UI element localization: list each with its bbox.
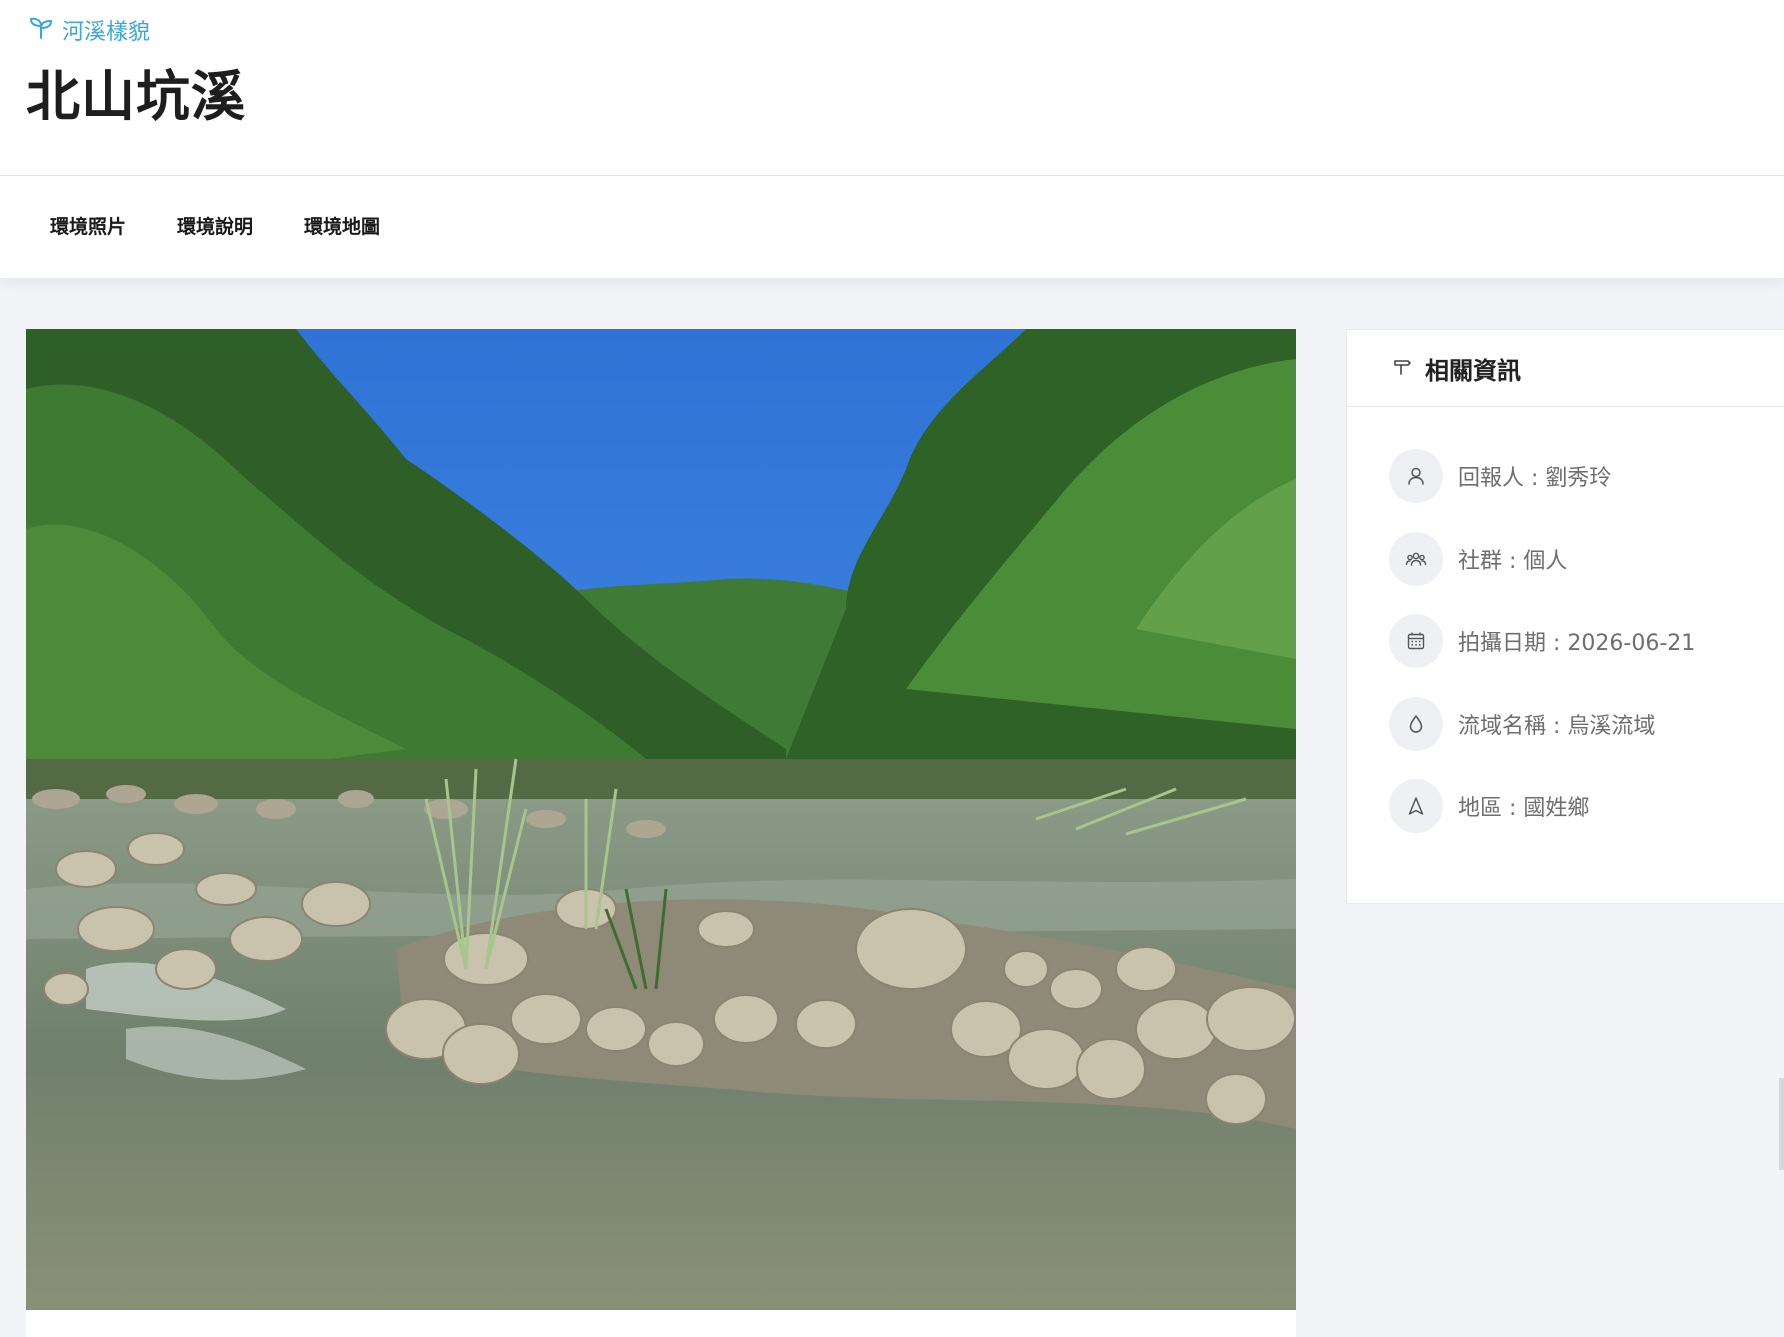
breadcrumb[interactable]: 河溪樣貌: [28, 14, 150, 46]
info-item-text: 地區 : 國姓鄉: [1458, 796, 1590, 821]
tab-environment-photos[interactable]: 環境照片: [50, 212, 126, 239]
info-item-text: 社群 : 個人: [1458, 548, 1568, 574]
group-icon: [1389, 531, 1443, 586]
info-item-date: 拍攝日期 : 2026-06-21: [1389, 614, 1695, 668]
info-item-text: 回報人 : 劉秀玲: [1458, 466, 1612, 491]
info-item-region: 地區 : 國姓鄉: [1389, 779, 1695, 833]
navigation-arrow-icon: [1389, 779, 1443, 833]
sprout-icon: [28, 14, 54, 46]
photo-card: [26, 329, 1296, 1337]
signpost-icon: [1391, 355, 1413, 381]
info-item-text: 拍攝日期 : 2026-06-21: [1458, 631, 1696, 656]
info-list: 回報人 : 劉秀玲 社群 : 個人 拍攝日期: 2026-06-21 流域名稱…: [1389, 449, 1695, 862]
user-icon: [1389, 449, 1443, 503]
page-header: 河溪樣貌 北山坑溪: [0, 0, 1784, 176]
tab-environment-description[interactable]: 環境說明: [177, 212, 253, 239]
tab-environment-map[interactable]: 環境地圖: [304, 212, 380, 239]
page-title: 北山坑溪: [26, 65, 246, 128]
calendar-icon: [1389, 614, 1443, 668]
info-item-community: 社群 : 個人: [1389, 531, 1695, 586]
related-info-panel: 相關資訊 回報人 : 劉秀玲 社群: 個人 拍攝日期: 2026-06-21…: [1346, 329, 1784, 904]
scroll-edge: [1779, 1078, 1784, 1170]
info-item-reporter: 回報人 : 劉秀玲: [1389, 449, 1695, 503]
river-photo[interactable]: [26, 329, 1296, 1310]
info-item-basin: 流域名稱 : 烏溪流域: [1389, 696, 1695, 751]
breadcrumb-label: 河溪樣貌: [62, 20, 151, 45]
water-drop-icon: [1389, 696, 1443, 751]
related-info-title: 相關資訊: [1425, 356, 1521, 385]
info-item-text: 流域名稱 : 烏溪流域: [1458, 713, 1656, 739]
tab-bar: 環境照片 環境說明 環境地圖: [0, 176, 1784, 278]
related-info-header: 相關資訊: [1347, 330, 1784, 407]
